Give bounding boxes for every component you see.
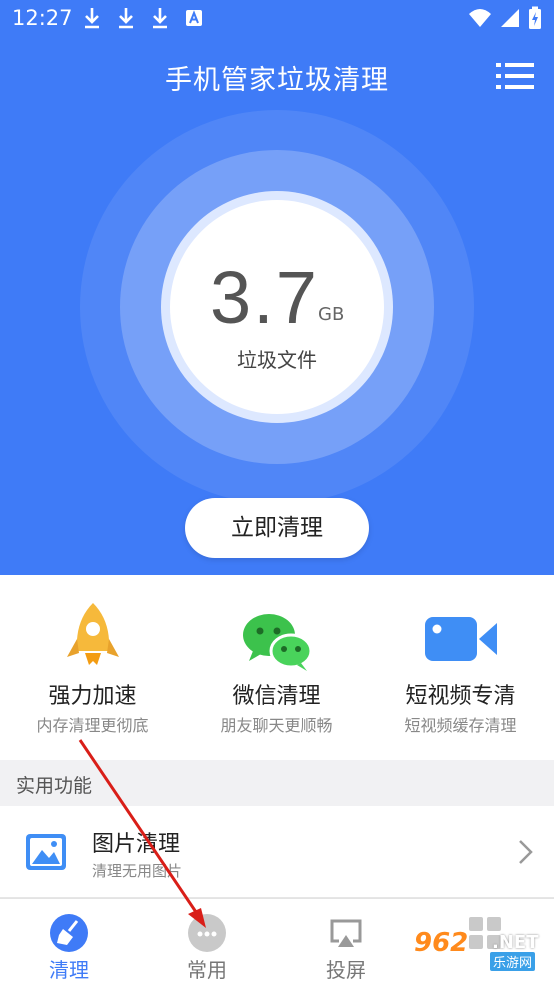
app-notification-icon [186,10,202,26]
feature-title: 微信清理 [232,684,321,709]
list-item-subtitle: 清理无用图片 [92,862,183,880]
image-icon [26,834,66,870]
nav-label: 投屏 [326,958,366,982]
nav-tab-common[interactable]: 常用 [138,899,276,984]
download-icon [153,8,167,29]
chevron-right-icon [519,840,533,864]
watermark-brand: 962 [414,928,469,958]
signal-icon [501,9,519,27]
watermark-tld: .NET [492,932,539,953]
download-icon [85,8,99,29]
battery-charging-icon [529,6,541,29]
broom-icon [50,914,88,952]
section-header: 实用功能 [0,760,554,806]
notification-icons [82,6,204,30]
feature-subtitle: 朋友聊天更顺畅 [220,716,333,735]
watermark-logo: 962 .NET 乐游网 [414,928,548,976]
wechat-icon [242,614,312,671]
rocket-icon [66,603,119,665]
feature-boost[interactable]: 强力加速 内存清理更彻底 [0,575,185,760]
feature-wechat[interactable]: 微信清理 朋友聊天更顺畅 [184,575,369,760]
junk-size-unit: GB [318,304,345,325]
list-item-title: 图片清理 [92,832,181,857]
feature-short-video[interactable]: 短视频专清 短视频缓存清理 [368,575,553,760]
junk-label: 垃圾文件 [237,348,317,372]
feature-subtitle: 短视频缓存清理 [404,716,517,735]
status-bar: 12:27 [0,0,554,36]
wifi-icon [469,9,491,27]
app-title: 手机管家垃圾清理 [165,65,389,96]
system-icons [468,6,542,30]
nav-label: 常用 [187,958,227,982]
feature-title: 强力加速 [48,684,137,709]
dots-icon [188,914,226,952]
hero-panel: 12:27 手机管家垃圾清理 3.7 GB 垃圾文件 立即清理 [0,0,554,575]
list-item-image-clean[interactable]: 图片清理 清理无用图片 [0,806,554,898]
nav-tab-clean[interactable]: 清理 [0,899,138,984]
nav-label: 清理 [49,958,89,982]
section-title: 实用功能 [16,775,93,797]
clean-now-button[interactable]: 立即清理 [185,498,369,558]
nav-tab-cast[interactable]: 投屏 [277,899,415,984]
junk-size-value: 3.7 [210,256,319,339]
feature-subtitle: 内存清理更彻底 [36,716,149,735]
status-time: 12:27 [12,6,73,30]
cast-icon [330,919,362,947]
feature-title: 短视频专清 [405,684,516,709]
watermark-sub: 乐游网 [490,952,536,971]
menu-icon[interactable] [496,60,534,92]
video-camera-icon [424,617,497,661]
download-icon [119,8,133,29]
feature-row: 强力加速 内存清理更彻底 微信清理 朋友聊天更顺畅 短视频专清 短视频缓存清理 [0,575,554,760]
